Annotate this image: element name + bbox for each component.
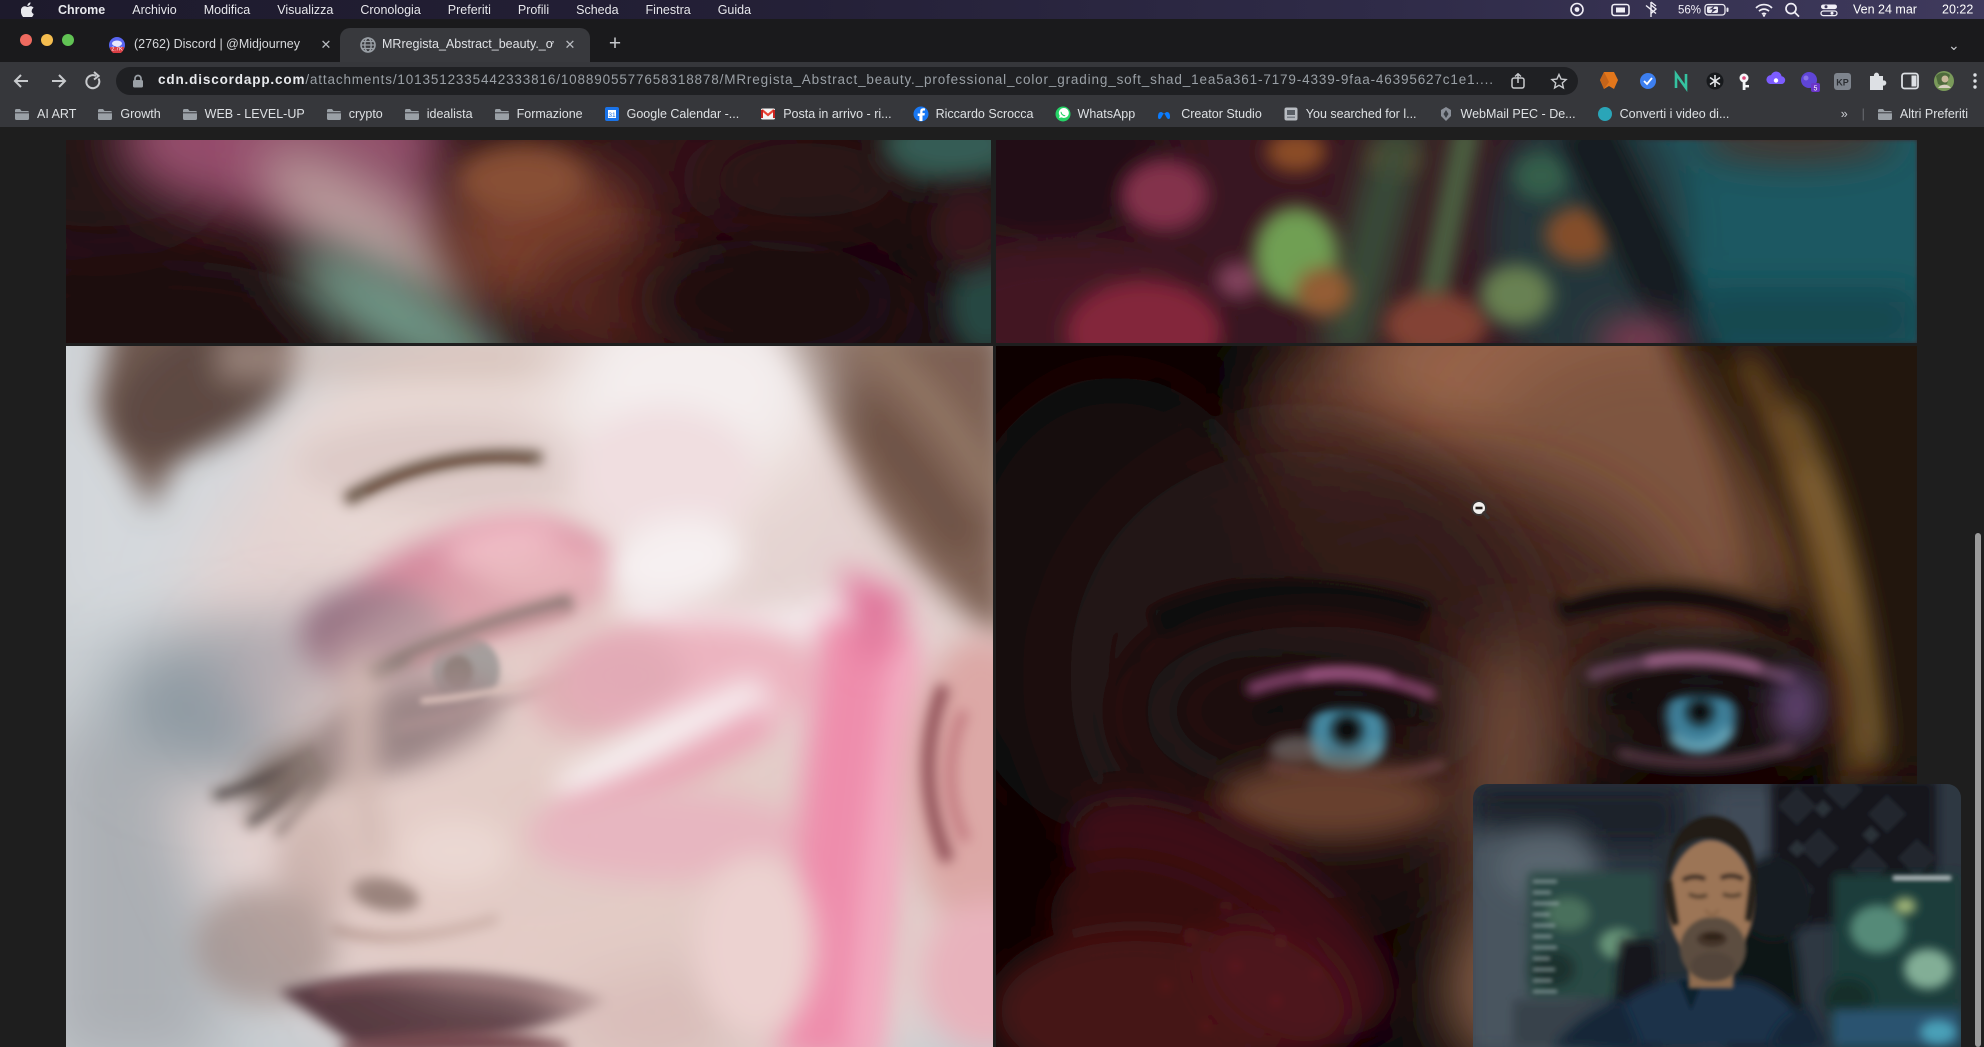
svg-text:KP: KP: [1836, 78, 1849, 88]
svg-text:2.7K: 2.7K: [111, 46, 123, 52]
svg-text:56%: 56%: [1678, 5, 1701, 17]
svg-text:Ven 24 mar: Ven 24 mar: [1853, 3, 1917, 17]
svg-text:20:22: 20:22: [1942, 3, 1973, 17]
svg-text:31: 31: [608, 111, 616, 118]
svg-text:5: 5: [1814, 85, 1818, 92]
